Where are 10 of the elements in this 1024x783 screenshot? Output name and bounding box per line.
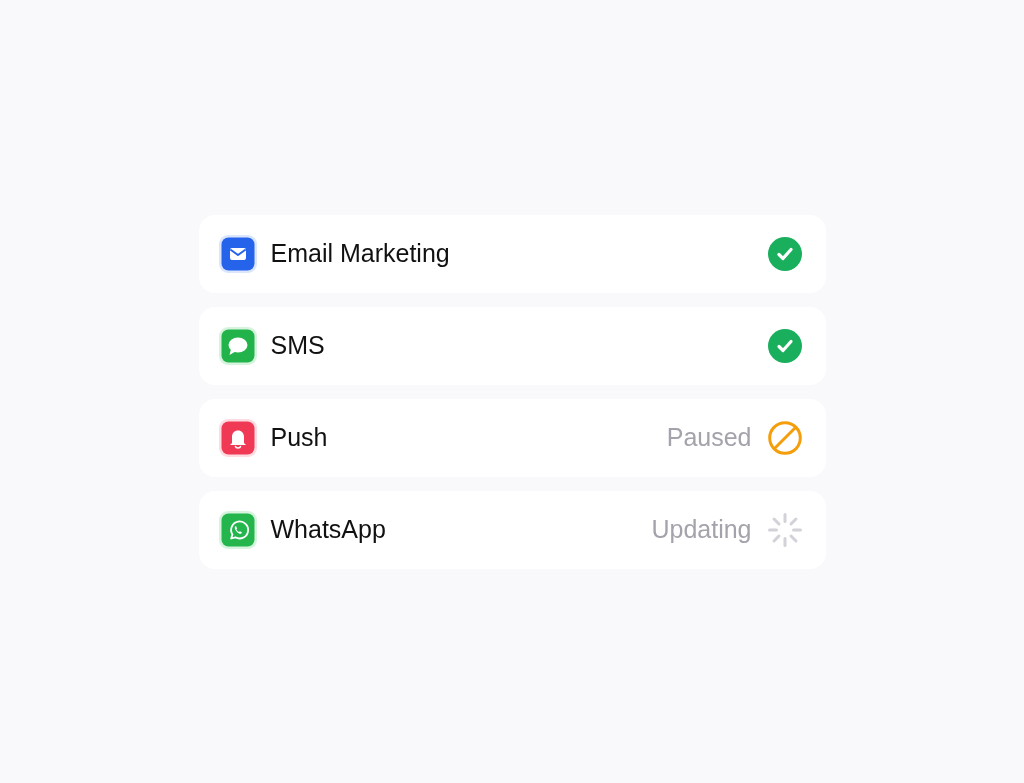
envelope-icon [218, 234, 257, 273]
status-label: Paused [666, 423, 752, 452]
channel-name: SMS [270, 331, 325, 360]
status-label: Updating [651, 515, 752, 544]
phone-bubble-icon [218, 510, 257, 549]
bell-icon [218, 418, 257, 457]
channel-name: Email Marketing [270, 239, 450, 268]
channel-name: Push [270, 423, 328, 452]
channel-name: WhatsApp [270, 515, 386, 544]
chat-bubble-icon [218, 326, 257, 365]
